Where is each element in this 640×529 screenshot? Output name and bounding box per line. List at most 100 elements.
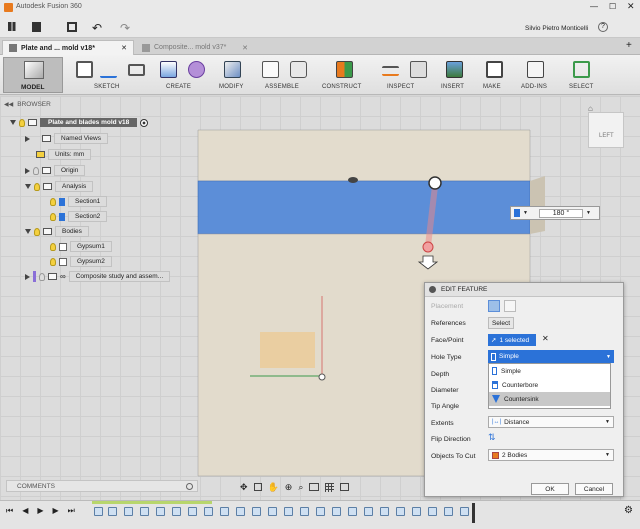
- make-3d-print-icon[interactable]: [486, 61, 503, 78]
- display-settings-icon[interactable]: [309, 483, 320, 491]
- timeline-feature-icon[interactable]: [268, 507, 277, 516]
- browser-item-section2[interactable]: Section2: [50, 210, 108, 223]
- browser-item-bodies[interactable]: Bodies: [25, 225, 89, 238]
- timeline-feature-icon[interactable]: [316, 507, 325, 516]
- angle-value-field[interactable]: 180 °: [538, 208, 583, 218]
- timeline-feature-icon[interactable]: [188, 507, 197, 516]
- expand-icon[interactable]: [25, 229, 31, 234]
- clear-selection-icon[interactable]: ✕: [542, 334, 549, 343]
- sketch-menu[interactable]: SKETCH: [94, 84, 120, 90]
- go-to-start-icon[interactable]: ⏮: [6, 506, 13, 516]
- tab-plate-mold[interactable]: Plate and ... mold v18* ✕: [2, 40, 134, 55]
- user-name[interactable]: Silvio Pietro Monticelli: [525, 25, 588, 32]
- browser-item-composite-study[interactable]: ∞ Composite study and assem...: [25, 270, 171, 283]
- pan-icon[interactable]: ✋: [268, 482, 279, 493]
- create-sketch-icon[interactable]: [76, 61, 93, 78]
- close-tab-icon[interactable]: ✕: [242, 44, 248, 52]
- activate-radio-icon[interactable]: [140, 118, 149, 127]
- dialog-header[interactable]: EDIT FEATURE: [425, 283, 623, 297]
- browser-item-gypsum2[interactable]: Gypsum2: [50, 255, 112, 268]
- timeline-feature-icon[interactable]: [428, 507, 437, 516]
- cancel-button[interactable]: Cancel: [575, 483, 613, 495]
- assemble-menu[interactable]: ASSEMBLE: [265, 84, 299, 90]
- expand-icon[interactable]: [25, 184, 31, 189]
- expand-icon[interactable]: [25, 273, 30, 280]
- go-to-end-icon[interactable]: ⏭: [68, 506, 75, 516]
- ok-button[interactable]: OK: [531, 483, 569, 495]
- visibility-bulb-icon[interactable]: [50, 257, 56, 266]
- timeline-sketch-icon[interactable]: [94, 507, 103, 516]
- hole-type-dropdown[interactable]: Simple ▼: [488, 350, 614, 363]
- option-simple[interactable]: Simple: [489, 364, 610, 378]
- play-icon[interactable]: ▶: [37, 506, 43, 516]
- look-at-icon[interactable]: [253, 483, 262, 491]
- addins-menu[interactable]: ADD-INS: [521, 84, 547, 90]
- timeline-feature-icon[interactable]: [380, 507, 389, 516]
- extents-dropdown[interactable]: |↔| Distance ▼: [488, 416, 614, 428]
- timeline-feature-icon[interactable]: [220, 507, 229, 516]
- expand-icon[interactable]: [25, 135, 30, 142]
- timeline-feature-icon[interactable]: [140, 507, 149, 516]
- timeline-extrude-icon[interactable]: [124, 507, 133, 516]
- timeline-feature-icon[interactable]: [172, 507, 181, 516]
- close-tab-icon[interactable]: ✕: [121, 44, 127, 52]
- visibility-bulb-icon[interactable]: [50, 212, 56, 221]
- tab-composite-mold[interactable]: Composite... mold v37* ✕: [136, 40, 254, 55]
- orbit-icon[interactable]: ✥: [240, 482, 248, 493]
- construct-menu[interactable]: CONSTRUCT: [322, 84, 361, 90]
- line-tool-icon[interactable]: [100, 61, 117, 78]
- visibility-bulb-icon[interactable]: [34, 227, 40, 236]
- references-select-button[interactable]: Select: [488, 317, 514, 329]
- angle-manipulator[interactable]: ▼ 180 ° ▼: [510, 206, 600, 220]
- viewports-icon[interactable]: [340, 483, 350, 491]
- browser-header[interactable]: ◀◀ BROWSER: [4, 98, 194, 110]
- insert-menu[interactable]: INSERT: [441, 84, 464, 90]
- workspace-switcher[interactable]: MODEL: [3, 57, 63, 93]
- visibility-bulb-icon[interactable]: [39, 272, 45, 281]
- help-icon[interactable]: ?: [598, 22, 608, 32]
- timeline-feature-icon[interactable]: [156, 507, 165, 516]
- scripts-addins-icon[interactable]: [527, 61, 544, 78]
- timeline-feature-icon[interactable]: [364, 507, 373, 516]
- form-icon[interactable]: [188, 61, 205, 78]
- offset-plane-icon[interactable]: [336, 61, 353, 78]
- placement-single-button[interactable]: [488, 300, 500, 312]
- option-counterbore[interactable]: Counterbore: [489, 378, 610, 392]
- browser-item-named-views[interactable]: Named Views: [25, 132, 108, 145]
- press-pull-icon[interactable]: [224, 61, 241, 78]
- home-view-icon[interactable]: ⌂: [588, 104, 593, 113]
- flip-direction-icon[interactable]: ⇅: [488, 432, 496, 443]
- step-forward-icon[interactable]: ▶: [53, 506, 59, 516]
- browser-item-gypsum1[interactable]: Gypsum1: [50, 240, 112, 253]
- objects-to-cut-dropdown[interactable]: 2 Bodies ▼: [488, 449, 614, 461]
- timeline-feature-icon[interactable]: [396, 507, 405, 516]
- timeline-feature-icon[interactable]: [236, 507, 245, 516]
- redo-icon[interactable]: ↷: [120, 21, 130, 35]
- maximize-button[interactable]: ☐: [609, 2, 616, 11]
- section-analysis-icon[interactable]: [410, 61, 427, 78]
- timeline-feature-icon[interactable]: [332, 507, 341, 516]
- collapse-icon[interactable]: [429, 286, 436, 293]
- dropdown-arrow-icon[interactable]: ▼: [586, 210, 591, 216]
- timeline-feature-icon[interactable]: [252, 507, 261, 516]
- new-component-icon[interactable]: [262, 61, 279, 78]
- browser-item-origin[interactable]: Origin: [25, 164, 86, 177]
- timeline-feature-icon[interactable]: [204, 507, 213, 516]
- timeline-feature-icon[interactable]: [460, 507, 469, 516]
- step-back-icon[interactable]: ◀: [22, 506, 28, 516]
- zoom-icon[interactable]: ⊕: [285, 482, 293, 493]
- undo-icon[interactable]: ↶: [92, 21, 102, 35]
- timeline-feature-icon[interactable]: [300, 507, 309, 516]
- timeline-feature-icon[interactable]: [444, 507, 453, 516]
- add-comment-icon[interactable]: [186, 482, 193, 490]
- close-button[interactable]: ✕: [627, 1, 635, 12]
- face-point-selection[interactable]: ➚ 1 selected: [488, 334, 536, 346]
- collapse-icon[interactable]: ◀◀: [4, 101, 13, 108]
- modify-menu[interactable]: MODIFY: [219, 84, 244, 90]
- select-tool-icon[interactable]: [573, 61, 590, 78]
- timeline-settings-icon[interactable]: ⚙: [624, 505, 633, 516]
- visibility-bulb-icon[interactable]: [33, 166, 39, 175]
- make-menu[interactable]: MAKE: [483, 84, 501, 90]
- measure-icon[interactable]: [382, 66, 399, 76]
- select-menu[interactable]: SELECT: [569, 84, 594, 90]
